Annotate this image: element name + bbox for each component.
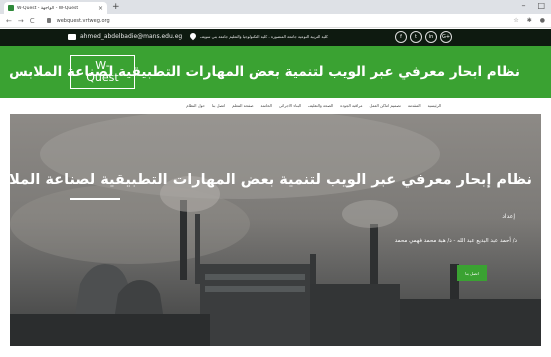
location-pin-icon bbox=[188, 31, 198, 41]
menu-item-intro[interactable]: المقدمة bbox=[408, 103, 421, 108]
window-controls: – □ bbox=[521, 1, 545, 10]
envelope-icon bbox=[68, 34, 76, 40]
menu-item-procedures[interactable]: البناء الاجرائي bbox=[279, 103, 301, 108]
site-favicon-icon bbox=[8, 5, 14, 11]
extensions-icon[interactable]: ✱ bbox=[527, 17, 532, 24]
tab-title: W-Quest - الواجهة - W-Quest bbox=[17, 5, 79, 11]
menu-item-quality[interactable]: مراقبة الجودة bbox=[340, 103, 362, 108]
menu-item-teacher[interactable]: صفحة المعلم bbox=[232, 103, 253, 108]
contact-us-button[interactable]: اتصل بنا bbox=[457, 265, 487, 281]
factory-background-image bbox=[10, 114, 541, 346]
college-name: كلية التربية النوعية جامعة المنصورة - كل… bbox=[200, 34, 328, 39]
minimize-icon[interactable]: – bbox=[521, 1, 525, 10]
hero-divider bbox=[70, 198, 120, 200]
hero-banner: نظام إبحار معرفي عبر الويب لتنمية بعض ال… bbox=[10, 114, 541, 346]
site-header: W- Quest نظام ابحار معرفي عبر الويب لتنم… bbox=[0, 46, 551, 98]
menu-item-about[interactable]: حول النظام bbox=[186, 103, 205, 108]
browser-tabbar: W-Quest - الواجهة - W-Quest × + – □ bbox=[0, 0, 551, 14]
linkedin-icon[interactable]: in bbox=[425, 31, 437, 43]
back-icon[interactable]: ← bbox=[6, 17, 12, 25]
twitter-icon[interactable]: t bbox=[410, 31, 422, 43]
facebook-icon[interactable]: f bbox=[395, 31, 407, 43]
social-links: f t in G+ bbox=[395, 31, 452, 43]
url-input[interactable]: webquest.vrtweg.org bbox=[57, 18, 110, 24]
profile-icon[interactable]: ● bbox=[540, 17, 545, 24]
browser-tab[interactable]: W-Quest - الواجهة - W-Quest × bbox=[4, 2, 107, 14]
lock-icon bbox=[46, 18, 51, 23]
hero-title: نظام إبحار معرفي عبر الويب لتنمية بعض ال… bbox=[10, 172, 532, 188]
address-actions: ☆ ✱ ● bbox=[513, 17, 545, 24]
tab-close-icon[interactable]: × bbox=[98, 5, 103, 12]
menu-item-conclusion[interactable]: الخاتمة bbox=[261, 103, 272, 108]
site-title: نظام ابحار معرفي عبر الويب لتنمية بعض ال… bbox=[9, 64, 520, 80]
prepared-by-label: إعداد bbox=[502, 213, 515, 220]
bookmark-star-icon[interactable]: ☆ bbox=[513, 17, 518, 24]
google-plus-icon[interactable]: G+ bbox=[440, 31, 452, 43]
new-tab-button[interactable]: + bbox=[112, 2, 120, 12]
menu-item-contact[interactable]: اتصل بنا bbox=[212, 103, 225, 108]
menu-item-home[interactable]: الرئيسية bbox=[428, 103, 441, 108]
menu-item-workplace[interactable]: تصميم اماكن العمل bbox=[369, 103, 400, 108]
menu-item-packaging[interactable]: الصحة والتغليف bbox=[308, 103, 333, 108]
main-menu: الرئيسية المقدمة تصميم اماكن العمل مراقب… bbox=[0, 98, 551, 114]
reload-icon[interactable]: C bbox=[30, 17, 35, 25]
address-bar: ← → C webquest.vrtweg.org ☆ ✱ ● bbox=[0, 14, 551, 28]
contact-email[interactable]: ahmed_abdelbadie@mans.edu.eg bbox=[80, 33, 182, 40]
top-info-bar: ahmed_abdelbadie@mans.edu.eg كلية التربي… bbox=[0, 29, 551, 46]
authors-text: د/ أحمد عبد البديع عبد الله - د/ هبة محم… bbox=[394, 238, 517, 244]
forward-icon[interactable]: → bbox=[18, 17, 24, 25]
maximize-icon[interactable]: □ bbox=[537, 1, 545, 10]
